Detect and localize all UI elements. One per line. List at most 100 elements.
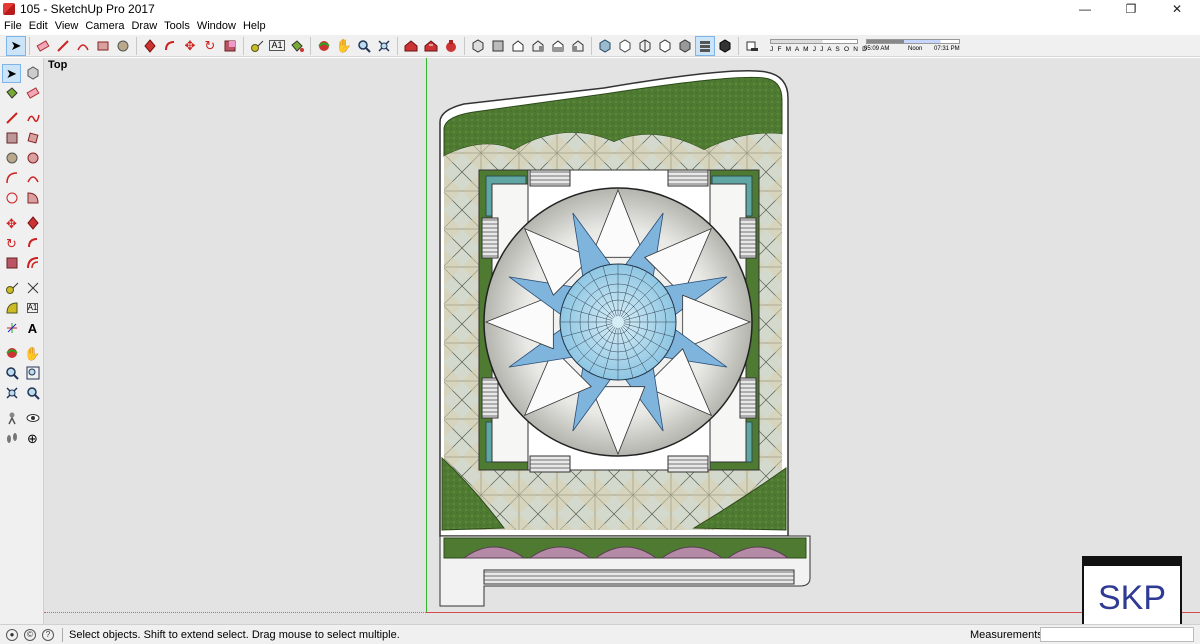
hidden-line-style-button[interactable]: [655, 36, 675, 56]
select-tool-button[interactable]: ➤: [6, 35, 26, 56]
pan-button[interactable]: ✋: [334, 36, 354, 56]
credits-icon[interactable]: ©: [24, 628, 36, 641]
zoom-extents-button[interactable]: [374, 36, 394, 56]
pencil-tool-button[interactable]: [53, 36, 73, 56]
instructor-icon[interactable]: ?: [42, 628, 54, 641]
stairs-west-south[interactable]: [481, 377, 499, 419]
arc-tool-button[interactable]: [73, 36, 93, 56]
iso-view-button[interactable]: [468, 36, 488, 56]
push-pull-tool-button[interactable]: [23, 214, 42, 233]
zoom-button[interactable]: [354, 36, 374, 56]
share-model-button[interactable]: [421, 36, 441, 56]
previous-view-button[interactable]: [23, 384, 42, 403]
protractor-tool-button[interactable]: [2, 299, 21, 318]
make-component-button[interactable]: [23, 64, 42, 83]
rotate-tool-button[interactable]: ↻: [200, 36, 220, 56]
two-point-arc-button[interactable]: [23, 169, 42, 188]
offset-tool-button[interactable]: [23, 254, 42, 273]
shapes-tool-button[interactable]: [93, 36, 113, 56]
menu-view[interactable]: View: [51, 20, 82, 32]
rectangle-tool-button[interactable]: [2, 129, 21, 148]
menu-draw[interactable]: Draw: [127, 20, 160, 32]
move-tool-button[interactable]: ✥: [180, 36, 200, 56]
eraser-tool-button[interactable]: [33, 36, 53, 56]
xray-style-button[interactable]: [595, 36, 615, 56]
tool-row: ➤: [0, 63, 43, 83]
scale-tool-button[interactable]: [2, 254, 21, 273]
section-plane-button[interactable]: ⊕: [23, 429, 42, 448]
maximize-button[interactable]: ❐: [1108, 0, 1154, 18]
menu-camera[interactable]: Camera: [81, 20, 127, 32]
geolocation-icon[interactable]: ●: [6, 628, 18, 641]
pan-button[interactable]: ✋: [23, 344, 42, 363]
look-around-button[interactable]: [23, 409, 42, 428]
tape-measure-button[interactable]: [247, 36, 267, 56]
follow-me-tool-button[interactable]: [160, 36, 180, 56]
stairs-south-east[interactable]: [667, 455, 709, 473]
pie-tool-button[interactable]: [23, 189, 42, 208]
paint-bucket-button[interactable]: [287, 36, 307, 56]
stairs-north-east[interactable]: [667, 169, 709, 187]
top-view-button[interactable]: [488, 36, 508, 56]
minimize-button[interactable]: —: [1062, 0, 1108, 18]
stairs-south-west[interactable]: [529, 455, 571, 473]
back-view-button[interactable]: [548, 36, 568, 56]
zoom-extents-button[interactable]: [2, 384, 21, 403]
monochrome-style-button[interactable]: [715, 36, 735, 56]
polygon-tool-button[interactable]: [23, 149, 42, 168]
walk-tool-button[interactable]: [2, 429, 21, 448]
three-point-arc-button[interactable]: [2, 189, 21, 208]
stairs-north-west[interactable]: [529, 169, 571, 187]
menu-file[interactable]: File: [0, 20, 25, 32]
drawing-viewport[interactable]: Top: [44, 58, 1200, 624]
eraser-tool-button[interactable]: [23, 84, 42, 103]
menu-tools[interactable]: Tools: [160, 20, 193, 32]
site-plan-model[interactable]: [44, 58, 1200, 624]
stairs-west-north[interactable]: [481, 217, 499, 259]
push-pull-tool-button[interactable]: [140, 36, 160, 56]
shadow-time-slider[interactable]: 05:09 AM Noon 07:31 PM: [864, 36, 964, 56]
front-view-button[interactable]: [508, 36, 528, 56]
textured-style-button[interactable]: [695, 35, 715, 56]
text-tool-button[interactable]: A1: [23, 299, 42, 318]
right-view-button[interactable]: [528, 36, 548, 56]
menu-window[interactable]: Window: [193, 20, 239, 32]
extension-warehouse-button[interactable]: [441, 36, 461, 56]
dimension-tool-button[interactable]: [23, 279, 42, 298]
menu-edit[interactable]: Edit: [25, 20, 51, 32]
axes-tool-button[interactable]: [2, 319, 21, 338]
paint-bucket-button[interactable]: [2, 84, 21, 103]
stairs-east-north[interactable]: [739, 217, 757, 259]
backedges-style-button[interactable]: [615, 36, 635, 56]
shaded-style-button[interactable]: [675, 36, 695, 56]
move-tool-button[interactable]: ✥: [2, 214, 21, 233]
freehand-tool-button[interactable]: [23, 109, 42, 128]
zoom-button[interactable]: [2, 364, 21, 383]
zoom-window-button[interactable]: [23, 364, 42, 383]
orbit-button[interactable]: [2, 344, 21, 363]
measurements-input[interactable]: [1040, 627, 1194, 642]
circle-tool-button[interactable]: [113, 36, 133, 56]
3d-text-button[interactable]: A: [23, 319, 42, 338]
line-tool-button[interactable]: [2, 109, 21, 128]
shadow-month-slider[interactable]: J F M A M J J A S O N D: [768, 36, 867, 56]
follow-me-tool-button[interactable]: [23, 234, 42, 253]
south-steps[interactable]: [483, 569, 795, 585]
position-camera-button[interactable]: [2, 409, 21, 428]
wireframe-style-button[interactable]: [635, 36, 655, 56]
arc-tool-button[interactable]: [2, 169, 21, 188]
orbit-button[interactable]: [314, 36, 334, 56]
text-tool-button[interactable]: A1: [267, 36, 287, 56]
warehouse-button[interactable]: [401, 36, 421, 56]
circle-tool-button[interactable]: [2, 149, 21, 168]
select-tool-button[interactable]: ➤: [2, 63, 21, 83]
menu-help[interactable]: Help: [239, 20, 269, 32]
shadows-toggle-button[interactable]: [742, 36, 762, 56]
left-view-button[interactable]: [568, 36, 588, 56]
close-button[interactable]: ✕: [1154, 0, 1200, 18]
tape-measure-button[interactable]: [2, 279, 21, 298]
rotate-tool-button[interactable]: ↻: [2, 234, 21, 253]
stairs-east-south[interactable]: [739, 377, 757, 419]
rotated-rectangle-button[interactable]: [23, 129, 42, 148]
scale-tool-button[interactable]: [220, 36, 240, 56]
